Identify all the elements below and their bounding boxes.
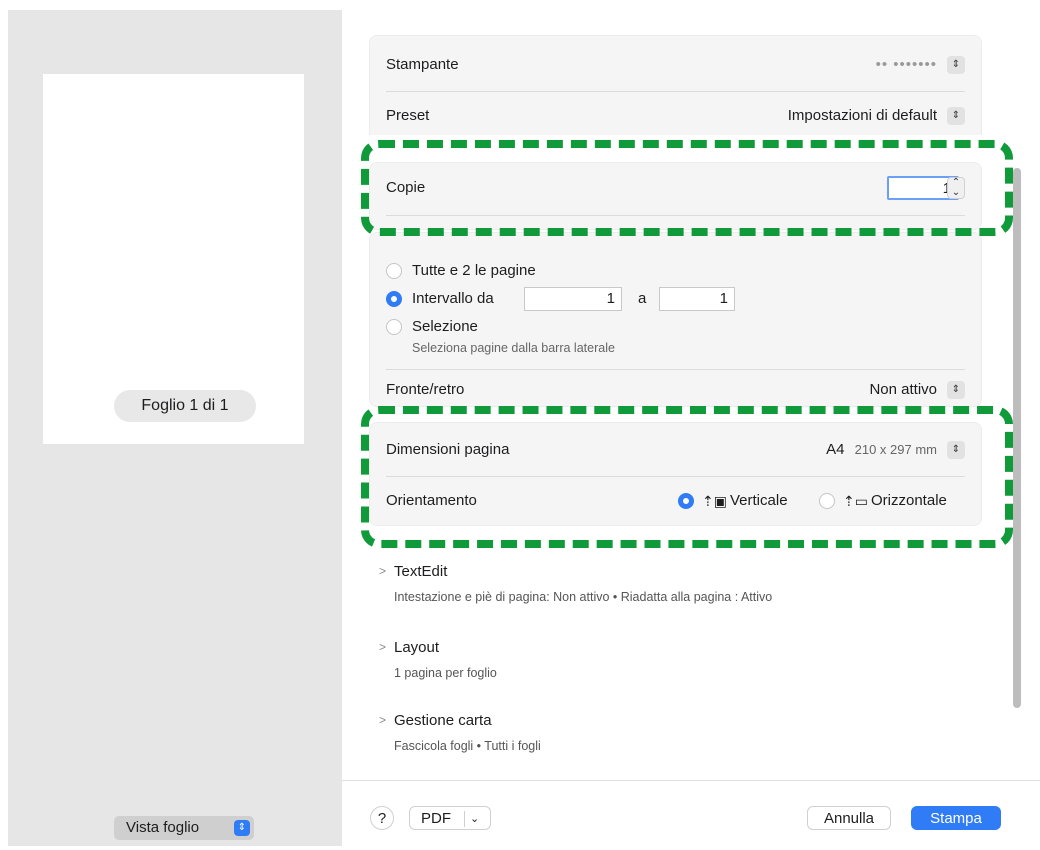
- range-to-input[interactable]: 1: [659, 287, 735, 311]
- section-summary: Intestazione e piè di pagina: Non attivo…: [394, 590, 773, 604]
- preset-label: Preset: [386, 107, 430, 124]
- section-summary: Fascicola fogli • Tutti i fogli: [394, 739, 541, 753]
- cancel-button[interactable]: Annulla: [807, 806, 891, 830]
- chevron-right-icon: >: [379, 640, 387, 654]
- pages-selection-label: Selezione: [412, 318, 478, 335]
- printer-label: Stampante: [386, 56, 459, 73]
- up-down-chevron-icon: ⇕: [947, 56, 965, 74]
- highlight-copies-box: [361, 140, 1013, 236]
- help-button[interactable]: ?: [370, 806, 394, 830]
- preview-pane: Foglio 1 di 1 Vista foglio ⇕: [8, 10, 342, 846]
- up-down-chevron-icon: ⇕: [947, 107, 965, 125]
- chevron-right-icon: >: [379, 564, 387, 578]
- pdf-menu-button[interactable]: PDF ⌄: [409, 806, 491, 830]
- chevron-right-icon: >: [379, 713, 387, 727]
- highlight-paper-box: [361, 406, 1013, 548]
- view-select-label: Vista foglio: [126, 819, 200, 836]
- view-select[interactable]: Vista foglio ⇕: [114, 816, 254, 840]
- radio-button-selected[interactable]: [386, 291, 402, 307]
- up-down-chevron-icon: ⇕: [234, 820, 250, 836]
- print-button[interactable]: Stampa: [911, 806, 1001, 830]
- up-down-chevron-icon: ⇕: [947, 381, 965, 399]
- divider: [386, 369, 965, 370]
- divider: [386, 91, 965, 92]
- page-preview: [43, 74, 304, 444]
- range-from-input[interactable]: 1: [524, 287, 622, 311]
- pages-selection-hint: Seleziona pagine dalla barra laterale: [412, 341, 615, 355]
- radio-button[interactable]: [386, 319, 402, 335]
- printer-row[interactable]: Stampante •• ••••••• ⇕: [386, 42, 965, 88]
- range-to-label: a: [638, 290, 647, 307]
- section-title: Layout: [394, 639, 440, 656]
- chevron-down-icon: ⌄: [470, 813, 480, 825]
- printer-section: Stampante •• ••••••• ⇕ Preset Impostazio…: [369, 35, 982, 135]
- section-title: Gestione carta: [394, 712, 492, 729]
- divider: [464, 811, 465, 827]
- sheet-counter-badge: Foglio 1 di 1: [114, 390, 256, 422]
- pages-all-label: Tutte e 2 le pagine: [412, 262, 536, 279]
- pages-range-label: Intervallo da: [412, 290, 494, 307]
- radio-button[interactable]: [386, 263, 402, 279]
- pdf-label: PDF: [421, 810, 451, 827]
- preset-value: Impostazioni di default: [787, 107, 937, 124]
- footer-divider: [342, 780, 1040, 781]
- duplex-label: Fronte/retro: [386, 381, 465, 398]
- section-title: TextEdit: [394, 563, 448, 580]
- preset-row[interactable]: Preset Impostazioni di default ⇕: [386, 93, 965, 139]
- duplex-row[interactable]: Fronte/retro Non attivo ⇕: [386, 373, 965, 407]
- scrollbar[interactable]: [1013, 168, 1021, 708]
- printer-value: •• •••••••: [875, 56, 937, 73]
- section-summary: 1 pagina per foglio: [394, 666, 497, 680]
- pages-section: Tutte e 2 le pagine Intervallo da 1 a 1 …: [369, 232, 982, 407]
- duplex-value: Non attivo: [869, 381, 937, 398]
